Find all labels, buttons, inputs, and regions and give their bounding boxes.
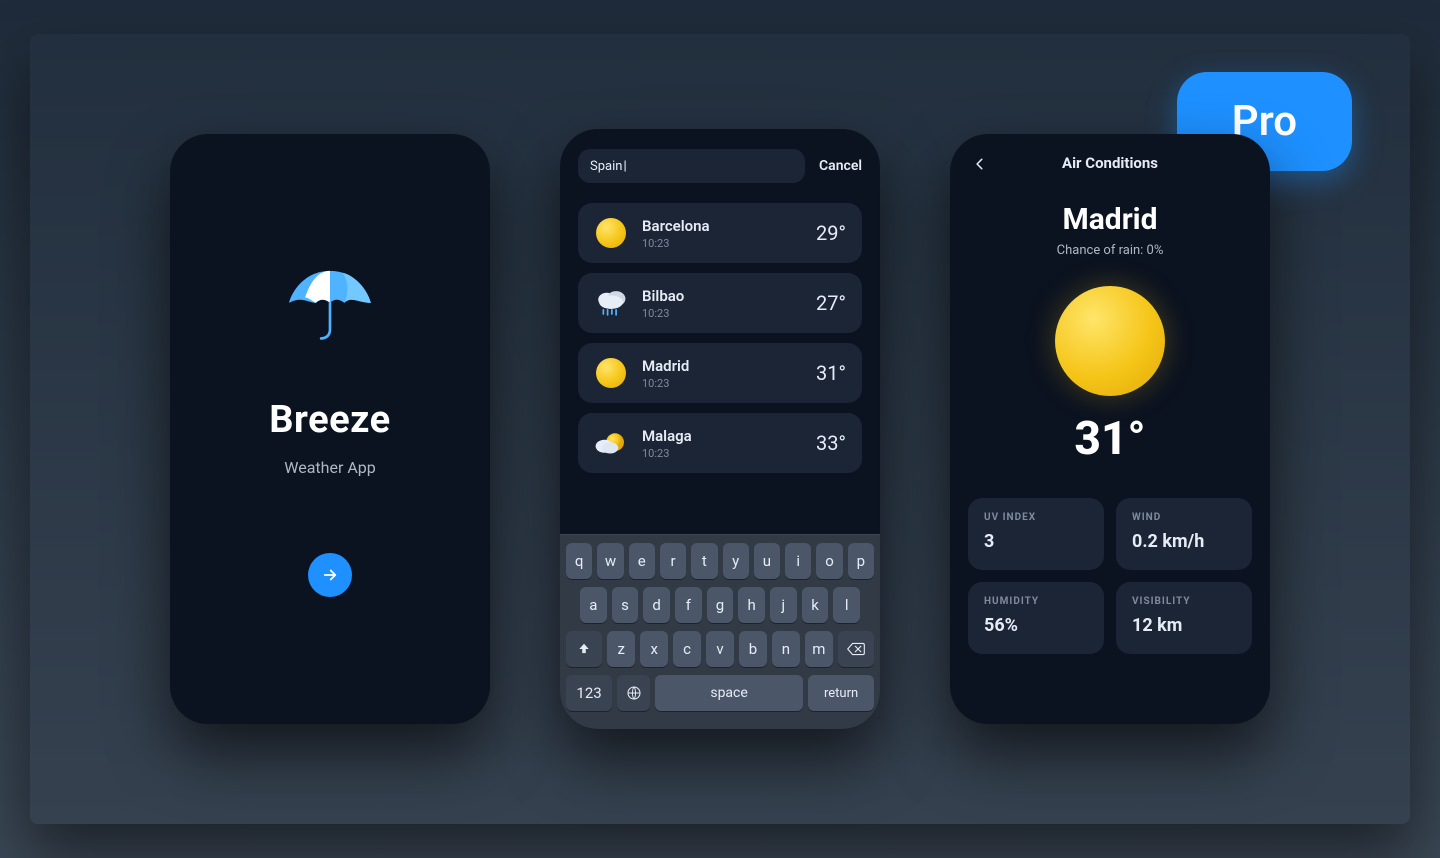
sun-icon bbox=[596, 358, 626, 388]
key-b[interactable]: b bbox=[739, 631, 767, 667]
stat-card: HUMIDITY 56% bbox=[968, 582, 1104, 654]
city-temp: 33° bbox=[816, 431, 846, 455]
key-e[interactable]: e bbox=[629, 543, 655, 579]
key-y[interactable]: y bbox=[723, 543, 749, 579]
search-input[interactable]: Spain| bbox=[578, 149, 805, 183]
app-title: Breeze bbox=[269, 398, 390, 442]
key-p[interactable]: p bbox=[848, 543, 874, 579]
stat-value: 12 km bbox=[1132, 615, 1236, 636]
city-card[interactable]: Barcelona 10:23 29° bbox=[578, 203, 862, 263]
app-subtitle: Weather App bbox=[284, 458, 375, 477]
key-v[interactable]: v bbox=[706, 631, 734, 667]
detail-rain: Chance of rain: 0% bbox=[950, 243, 1270, 258]
showcase-canvas: Pro Breeze Weather App Spain| Cance bbox=[30, 34, 1410, 824]
start-button[interactable] bbox=[308, 553, 352, 597]
key-return[interactable]: return bbox=[808, 675, 874, 711]
shift-icon bbox=[577, 642, 591, 656]
stat-card: UV INDEX 3 bbox=[968, 498, 1104, 570]
city-card[interactable]: Bilbao 10:23 27° bbox=[578, 273, 862, 333]
key-w[interactable]: w bbox=[597, 543, 623, 579]
city-card[interactable]: Malaga 10:23 33° bbox=[578, 413, 862, 473]
key-k[interactable]: k bbox=[802, 587, 829, 623]
key-j[interactable]: j bbox=[770, 587, 797, 623]
stat-label: WIND bbox=[1132, 512, 1236, 523]
sun-cloud-icon bbox=[594, 428, 628, 458]
back-button[interactable] bbox=[970, 154, 990, 174]
stat-label: VISIBILITY bbox=[1132, 596, 1236, 607]
city-temp: 27° bbox=[816, 291, 846, 315]
city-name: Madrid bbox=[642, 357, 802, 375]
city-name: Malaga bbox=[642, 427, 802, 445]
key-n[interactable]: n bbox=[772, 631, 800, 667]
key-a[interactable]: a bbox=[580, 587, 607, 623]
city-time: 10:23 bbox=[642, 447, 802, 460]
key-t[interactable]: t bbox=[691, 543, 717, 579]
chevron-left-icon bbox=[973, 157, 987, 171]
key-c[interactable]: c bbox=[673, 631, 701, 667]
key-shift[interactable] bbox=[566, 631, 602, 667]
stat-value: 0.2 km/h bbox=[1132, 531, 1236, 552]
city-name: Barcelona bbox=[642, 217, 802, 235]
city-card[interactable]: Madrid 10:23 31° bbox=[578, 343, 862, 403]
sun-icon bbox=[1055, 286, 1165, 396]
stat-label: UV INDEX bbox=[984, 512, 1088, 523]
key-r[interactable]: r bbox=[660, 543, 686, 579]
city-temp: 29° bbox=[816, 221, 846, 245]
key-u[interactable]: u bbox=[754, 543, 780, 579]
key-q[interactable]: q bbox=[566, 543, 592, 579]
stat-value: 56% bbox=[984, 615, 1088, 636]
key-s[interactable]: s bbox=[612, 587, 639, 623]
keyboard: qwertyuiop asdfghjkl zxcvbnm 123 space r… bbox=[560, 534, 880, 729]
arrow-right-icon bbox=[321, 566, 339, 584]
city-time: 10:23 bbox=[642, 237, 802, 250]
key-123[interactable]: 123 bbox=[566, 675, 612, 711]
phone-detail: Air Conditions Madrid Chance of rain: 0%… bbox=[950, 134, 1270, 724]
key-f[interactable]: f bbox=[675, 587, 702, 623]
key-emoji[interactable] bbox=[617, 675, 650, 711]
detail-temp: 31° bbox=[950, 412, 1270, 466]
search-query-text: Spain bbox=[590, 159, 622, 174]
phone-search: Spain| Cancel Barcelona 10:23 29° Bilbao 10… bbox=[560, 129, 880, 729]
key-g[interactable]: g bbox=[707, 587, 734, 623]
stat-value: 3 bbox=[984, 531, 1088, 552]
globe-icon bbox=[626, 685, 642, 701]
key-z[interactable]: z bbox=[607, 631, 635, 667]
stat-card: WIND 0.2 km/h bbox=[1116, 498, 1252, 570]
detail-header: Air Conditions bbox=[1062, 154, 1158, 172]
detail-city: Madrid bbox=[950, 202, 1270, 237]
key-o[interactable]: o bbox=[816, 543, 842, 579]
cancel-button[interactable]: Cancel bbox=[819, 158, 862, 174]
key-x[interactable]: x bbox=[640, 631, 668, 667]
key-backspace[interactable] bbox=[838, 631, 874, 667]
key-space[interactable]: space bbox=[655, 675, 803, 711]
city-name: Bilbao bbox=[642, 287, 802, 305]
umbrella-icon bbox=[285, 262, 375, 342]
rain-cloud-icon bbox=[594, 288, 628, 318]
stat-card: VISIBILITY 12 km bbox=[1116, 582, 1252, 654]
city-temp: 31° bbox=[816, 361, 846, 385]
key-h[interactable]: h bbox=[738, 587, 765, 623]
city-list: Barcelona 10:23 29° Bilbao 10:23 27° Madrid 10… bbox=[560, 197, 880, 479]
key-l[interactable]: l bbox=[833, 587, 860, 623]
phone-splash: Breeze Weather App bbox=[170, 134, 490, 724]
city-time: 10:23 bbox=[642, 377, 802, 390]
stat-label: HUMIDITY bbox=[984, 596, 1088, 607]
sun-icon bbox=[596, 218, 626, 248]
key-d[interactable]: d bbox=[643, 587, 670, 623]
key-m[interactable]: m bbox=[805, 631, 833, 667]
stat-grid: UV INDEX 3 WIND 0.2 km/h HUMIDITY 56% VISIBILI… bbox=[950, 476, 1270, 672]
backspace-icon bbox=[847, 642, 865, 656]
city-time: 10:23 bbox=[642, 307, 802, 320]
key-i[interactable]: i bbox=[785, 543, 811, 579]
